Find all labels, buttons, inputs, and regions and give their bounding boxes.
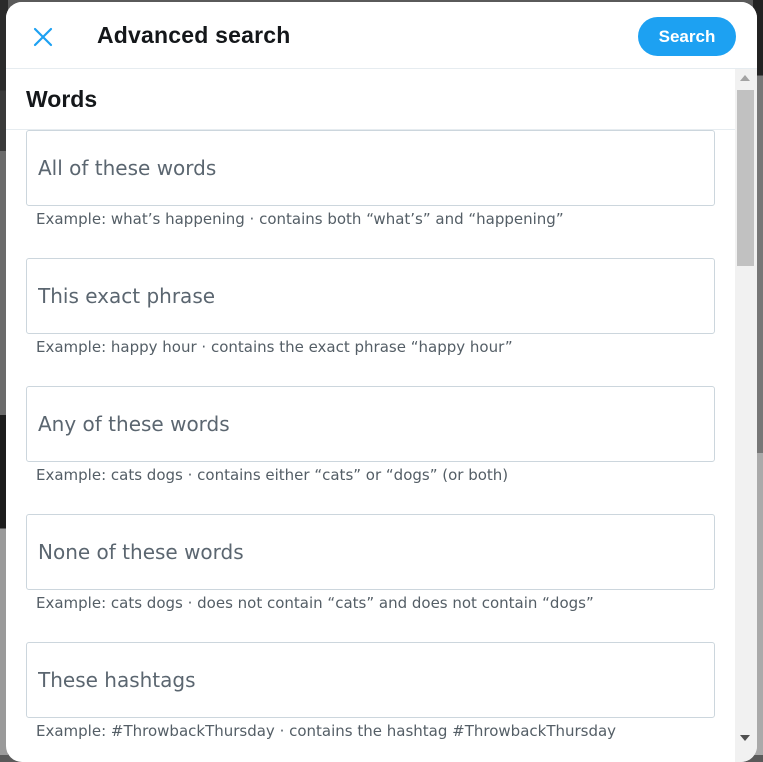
search-button[interactable]: Search bbox=[638, 17, 736, 56]
scroll-down-arrow-icon[interactable] bbox=[740, 735, 750, 741]
all-words-field-group: Example: what’s happening · contains bot… bbox=[26, 130, 715, 258]
all-words-input[interactable] bbox=[27, 131, 714, 205]
scrollbar-thumb[interactable] bbox=[737, 90, 754, 266]
all-words-hint: Example: what’s happening · contains bot… bbox=[36, 210, 564, 228]
close-icon bbox=[33, 27, 53, 47]
close-button[interactable] bbox=[26, 20, 60, 54]
exact-phrase-hint: Example: happy hour · contains the exact… bbox=[36, 338, 513, 356]
any-words-input[interactable] bbox=[27, 387, 714, 461]
any-words-field-group: Example: cats dogs · contains either “ca… bbox=[26, 386, 715, 514]
none-words-input[interactable] bbox=[27, 515, 714, 589]
vertical-scrollbar[interactable] bbox=[735, 69, 757, 762]
hashtags-input-box bbox=[26, 642, 715, 718]
advanced-search-modal: Advanced search Search Words Example: wh… bbox=[6, 2, 757, 762]
hashtags-input[interactable] bbox=[27, 643, 714, 717]
scroll-up-arrow-icon[interactable] bbox=[740, 75, 750, 81]
none-words-hint: Example: cats dogs · does not contain “c… bbox=[36, 594, 594, 612]
any-words-hint: Example: cats dogs · contains either “ca… bbox=[36, 466, 509, 484]
words-section-heading: Words bbox=[6, 69, 735, 130]
any-words-input-box bbox=[26, 386, 715, 462]
none-words-input-box bbox=[26, 514, 715, 590]
none-words-field-group: Example: cats dogs · does not contain “c… bbox=[26, 514, 715, 642]
hashtags-field-group: Example: #ThrowbackThursday · contains t… bbox=[26, 642, 715, 762]
modal-header: Advanced search Search bbox=[6, 2, 757, 69]
exact-phrase-field-group: Example: happy hour · contains the exact… bbox=[26, 258, 715, 386]
modal-title: Advanced search bbox=[97, 22, 291, 48]
exact-phrase-input-box bbox=[26, 258, 715, 334]
all-words-input-box bbox=[26, 130, 715, 206]
hashtags-hint: Example: #ThrowbackThursday · contains t… bbox=[36, 722, 617, 740]
exact-phrase-input[interactable] bbox=[27, 259, 714, 333]
modal-body: Words Example: what’s happening · contai… bbox=[6, 69, 735, 762]
